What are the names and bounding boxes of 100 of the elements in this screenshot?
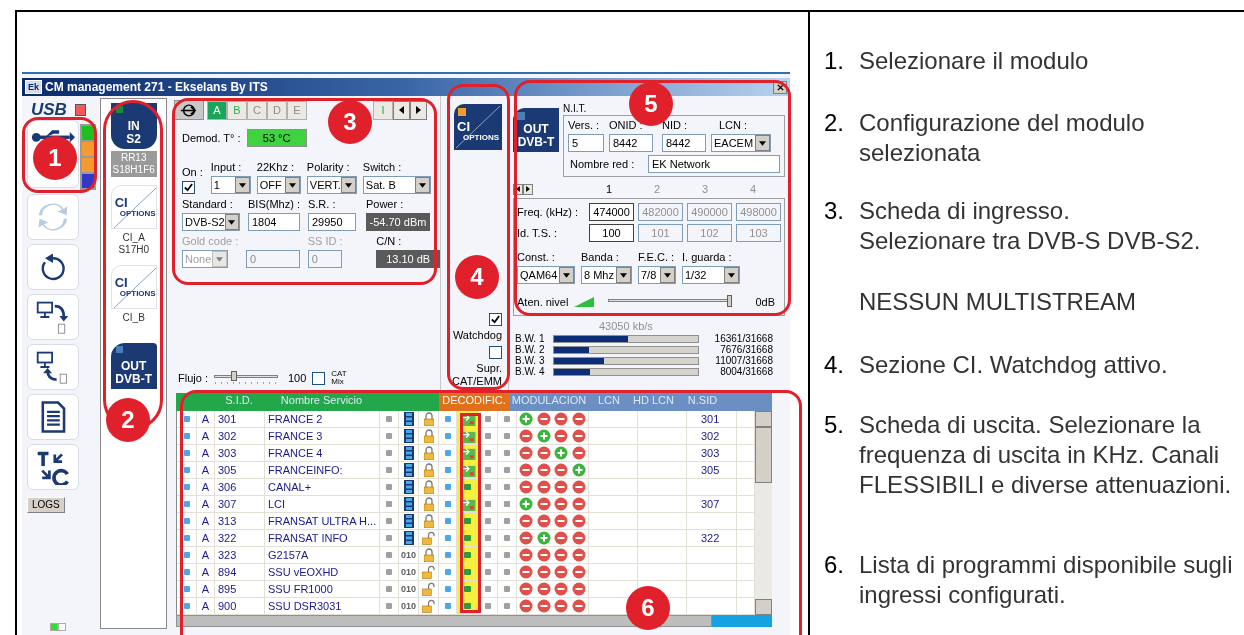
plus-circle-icon[interactable] <box>536 429 551 443</box>
minus-circle-icon[interactable] <box>572 582 587 596</box>
minus-circle-icon[interactable] <box>536 582 551 596</box>
minus-circle-icon[interactable] <box>518 565 533 579</box>
plus-circle-icon[interactable] <box>554 446 569 460</box>
status-square-icon <box>386 518 392 524</box>
bis-field[interactable]: 1804 <box>248 213 300 231</box>
next-button[interactable] <box>523 183 533 195</box>
fec-dropdown[interactable]: 7/8 <box>638 266 676 284</box>
minus-circle-icon[interactable] <box>572 548 587 562</box>
minus-circle-icon[interactable] <box>518 463 533 477</box>
input-dropdown[interactable]: 1 <box>210 176 251 194</box>
minus-circle-icon[interactable] <box>554 565 569 579</box>
list-number: 6. <box>824 550 845 580</box>
network-name-field[interactable]: EK Network <box>648 155 780 173</box>
minus-circle-icon[interactable] <box>554 412 569 426</box>
minus-circle-icon[interactable] <box>554 548 569 562</box>
minus-circle-icon[interactable] <box>536 565 551 579</box>
minus-circle-icon[interactable] <box>572 412 587 426</box>
lcn-dropdown[interactable]: EACEM <box>711 134 771 152</box>
minus-circle-icon[interactable] <box>518 514 533 528</box>
minus-circle-icon[interactable] <box>572 599 587 613</box>
constellation-dropdown[interactable]: QAM64 <box>517 266 575 284</box>
plus-circle-icon[interactable] <box>572 463 587 477</box>
minus-circle-icon[interactable] <box>554 429 569 443</box>
undo-button[interactable] <box>27 244 79 290</box>
polarity-dropdown[interactable]: VERT. <box>306 176 357 194</box>
suppress-checkbox[interactable] <box>489 346 502 359</box>
input-module-button[interactable]: IN S2 <box>110 103 157 149</box>
upload-button[interactable] <box>27 294 79 340</box>
minus-circle-icon[interactable] <box>572 480 587 494</box>
ci-options-button[interactable]: CI OPTIONS <box>454 104 502 150</box>
on-checkbox[interactable] <box>182 181 195 194</box>
minus-circle-icon[interactable] <box>518 531 533 545</box>
vertical-scrollbar[interactable] <box>755 411 772 615</box>
caret-icon <box>418 182 426 188</box>
output-module-button[interactable]: OUT DVB-T <box>513 108 559 152</box>
attenuation-slider[interactable] <box>608 295 733 309</box>
minus-circle-icon[interactable] <box>536 463 551 477</box>
minus-circle-icon[interactable] <box>572 514 587 528</box>
horizontal-scrollbar[interactable] <box>176 615 772 627</box>
minus-circle-icon[interactable] <box>572 531 587 545</box>
right-arrow-icon <box>416 106 421 114</box>
logs-button[interactable]: LOGS <box>27 497 65 513</box>
plus-circle-icon[interactable] <box>518 497 533 511</box>
version-field[interactable]: 5 <box>568 134 604 152</box>
22khz-dropdown[interactable]: OFF <box>256 176 301 194</box>
table-cell: 010 <box>399 564 419 580</box>
minus-circle-icon[interactable] <box>572 497 587 511</box>
slider-thumb[interactable] <box>727 295 733 307</box>
minus-circle-icon[interactable] <box>536 497 551 511</box>
report-button[interactable] <box>27 394 79 440</box>
minus-circle-icon[interactable] <box>518 446 533 460</box>
slot-indicator[interactable] <box>82 126 94 140</box>
minus-circle-icon[interactable] <box>572 565 587 579</box>
slider-thumb[interactable] <box>231 371 238 381</box>
field-label: Flujo : <box>178 371 208 385</box>
minus-circle-icon[interactable] <box>572 446 587 460</box>
plus-circle-icon[interactable] <box>518 412 533 426</box>
cat-mix-checkbox[interactable] <box>312 371 326 385</box>
minus-circle-icon[interactable] <box>518 582 533 596</box>
minus-circle-icon[interactable] <box>554 497 569 511</box>
ci-module-button[interactable]: CI OPTIONS <box>110 185 157 229</box>
minus-circle-icon[interactable] <box>518 548 533 562</box>
channel-tab[interactable]: 1 <box>585 182 633 196</box>
minus-circle-icon[interactable] <box>518 429 533 443</box>
watchdog-checkbox[interactable] <box>489 313 502 326</box>
minus-circle-icon[interactable] <box>554 599 569 613</box>
nid-field[interactable]: 8442 <box>662 134 706 152</box>
bandwidth-label: B.W. 3 <box>514 355 546 366</box>
download-button[interactable] <box>27 344 79 390</box>
output-module-button[interactable]: OUT DVB-T <box>110 343 157 389</box>
minus-circle-icon[interactable] <box>536 599 551 613</box>
minus-circle-icon[interactable] <box>554 531 569 545</box>
guard-interval-dropdown[interactable]: 1/32 <box>682 266 740 284</box>
onid-field[interactable]: 8442 <box>609 134 653 152</box>
minus-circle-icon[interactable] <box>536 480 551 494</box>
ts-id-field[interactable]: 100 <box>589 224 634 242</box>
flow-slider[interactable] <box>213 371 278 385</box>
minus-circle-icon[interactable] <box>536 514 551 528</box>
standard-dropdown[interactable]: DVB-S2 <box>182 213 240 231</box>
minus-circle-icon[interactable] <box>536 548 551 562</box>
table-cell: SSU DSR3031 <box>265 598 380 614</box>
minus-circle-icon[interactable] <box>518 599 533 613</box>
bandwidth-dropdown[interactable]: 8 Mhz <box>581 266 632 284</box>
switch-dropdown[interactable]: Sat. B <box>362 176 431 194</box>
minus-circle-icon[interactable] <box>554 514 569 528</box>
minus-circle-icon[interactable] <box>536 446 551 460</box>
convert-button[interactable] <box>27 444 79 490</box>
minus-circle-icon[interactable] <box>572 429 587 443</box>
minus-circle-icon[interactable] <box>554 582 569 596</box>
table-cell: 302 <box>215 428 265 444</box>
minus-circle-icon[interactable] <box>554 463 569 477</box>
minus-circle-icon[interactable] <box>518 480 533 494</box>
minus-circle-icon[interactable] <box>536 412 551 426</box>
frequency-field[interactable]: 474000 <box>589 203 634 221</box>
symbol-rate-field[interactable]: 29950 <box>307 213 356 231</box>
ci-module-button[interactable]: CI OPTIONS <box>110 265 157 309</box>
plus-circle-icon[interactable] <box>536 531 551 545</box>
minus-circle-icon[interactable] <box>554 480 569 494</box>
